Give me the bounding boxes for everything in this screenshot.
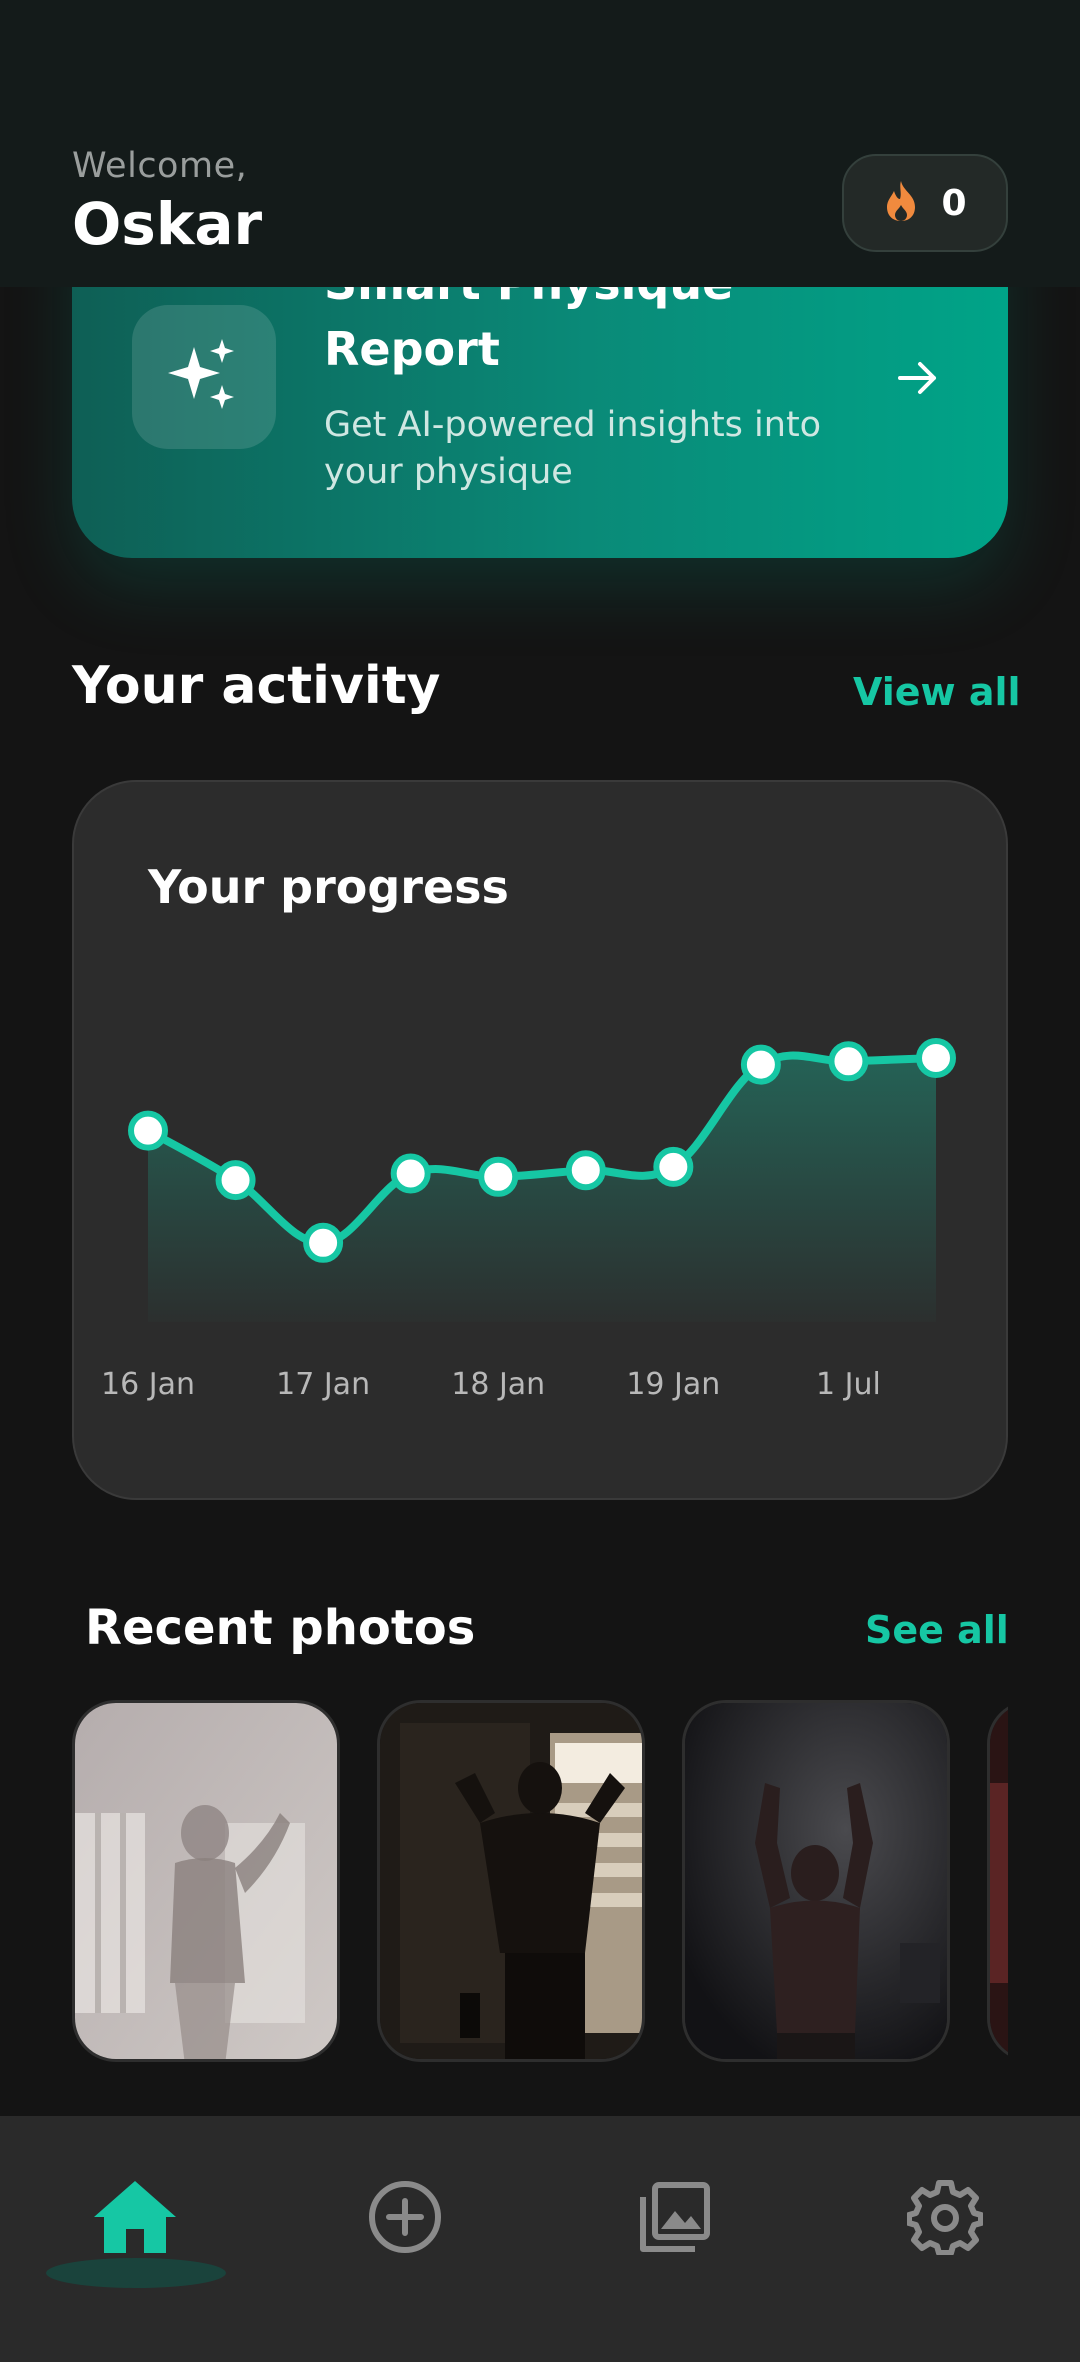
photos-section-title: Recent photos — [85, 1600, 476, 1656]
welcome-label: Welcome, — [72, 146, 248, 186]
nav-home[interactable] — [80, 2164, 190, 2274]
view-all-link[interactable]: View all — [853, 670, 1021, 714]
bottom-navigation — [0, 2116, 1080, 2362]
report-icon-box — [132, 305, 276, 449]
chart-data-point[interactable] — [128, 1110, 168, 1151]
photo-thumbnail[interactable] — [72, 1700, 340, 2062]
x-tick-label: 16 Jan — [101, 1367, 195, 1402]
gallery-icon — [637, 2179, 713, 2259]
chart-data-point[interactable] — [828, 1041, 869, 1082]
report-subtitle: Get AI-powered insights into your physiq… — [324, 405, 822, 492]
x-tick-label: 18 Jan — [451, 1367, 545, 1402]
photo-thumbnail[interactable] — [377, 1700, 645, 2062]
chart-data-point[interactable] — [303, 1222, 344, 1263]
nav-settings[interactable] — [890, 2164, 1000, 2274]
nav-add[interactable] — [350, 2164, 460, 2274]
chart-area-fill — [148, 1055, 936, 1322]
streak-count: 0 — [941, 182, 967, 224]
progress-chart-card: Your progress 16 Jan 17 Jan 18 Jan 19 Jan 1 … — [72, 780, 1008, 1500]
arrow-right-icon[interactable] — [890, 350, 946, 406]
progress-chart: 16 Jan 17 Jan 18 Jan 19 Jan 1 Jul — [101, 1038, 956, 1402]
user-name: Oskar — [72, 190, 263, 258]
activity-section-title: Your activity — [72, 656, 441, 716]
chart-data-point[interactable] — [390, 1153, 431, 1194]
nav-gallery[interactable] — [620, 2164, 730, 2274]
photo-thumbnail[interactable] — [987, 1700, 1008, 2062]
x-tick-label: 1 Jul — [816, 1367, 881, 1402]
chart-data-point[interactable] — [653, 1146, 694, 1187]
see-all-link[interactable]: See all — [865, 1608, 1009, 1652]
home-icon — [90, 2177, 180, 2261]
photo-thumbnail[interactable] — [682, 1700, 950, 2062]
chart-data-point[interactable] — [740, 1044, 781, 1085]
x-tick-label: 17 Jan — [276, 1367, 370, 1402]
settings-gear-icon — [906, 2179, 984, 2259]
chart-data-point[interactable] — [478, 1156, 519, 1197]
chart-data-point[interactable] — [565, 1150, 606, 1191]
flame-icon — [883, 179, 919, 227]
chart-data-point[interactable] — [916, 1038, 956, 1078]
x-tick-label: 19 Jan — [626, 1367, 720, 1402]
app-header: Welcome, Oskar 0 — [0, 0, 1080, 287]
sparkles-icon — [164, 335, 244, 419]
add-circle-icon — [367, 2179, 443, 2259]
photos-carousel[interactable] — [72, 1700, 1008, 2065]
chart-data-point[interactable] — [215, 1160, 256, 1201]
streak-badge[interactable]: 0 — [842, 154, 1008, 252]
